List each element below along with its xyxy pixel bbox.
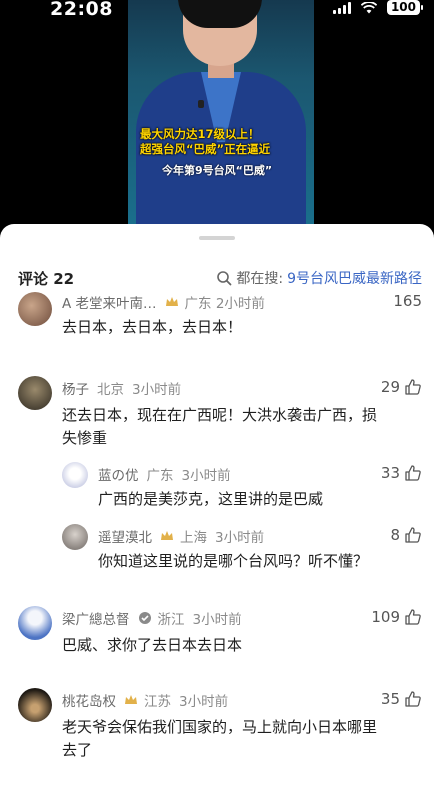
comment-meta: 杨子 北京 3小时前	[62, 378, 181, 398]
comment-text: 巴威、求你了去日本去日本	[62, 636, 243, 654]
comment-location: 广东	[146, 468, 174, 484]
comment-meta: 遥望漠北 上海 3小时前	[98, 526, 264, 546]
comment-meta: 桃花岛权 江苏 3小时前	[62, 690, 228, 710]
gold-crown-icon	[125, 695, 137, 704]
drag-handle[interactable]	[199, 236, 235, 240]
comment-location: 浙江	[157, 612, 185, 628]
trending-search[interactable]: 都在搜: 9号台风巴威最新路径	[216, 268, 422, 288]
commenter-name[interactable]: 杨子	[62, 378, 89, 398]
like-button[interactable]: 29	[381, 378, 422, 396]
comment-text: 去日本，去日本，去日本！	[62, 318, 243, 336]
status-icons: 100	[332, 0, 424, 15]
status-time: 22:08	[50, 0, 113, 20]
like-button[interactable]: 8	[390, 526, 422, 544]
like-button[interactable]: 35	[381, 690, 422, 708]
comment-location-time: 广东 2小时前	[184, 296, 265, 312]
like-count: 35	[380, 690, 400, 708]
comment-time: 3小时前	[179, 694, 229, 710]
commenter-name[interactable]: 梁广總总督	[62, 608, 130, 628]
comment-time: 3小时前	[132, 382, 182, 398]
comment-text: 广西的是美莎克，这里讲的是巴威	[98, 490, 324, 508]
comment-header: 评论 22 都在搜: 9号台风巴威最新路径	[0, 262, 434, 294]
comment-location: 江苏	[144, 694, 171, 710]
comment-meta: A 老堂来叶南… 广东 2小时前	[62, 292, 273, 312]
video-caption-3: 今年第9号台风“巴威”	[162, 164, 273, 177]
verified-badge-icon	[138, 612, 151, 624]
like-count: 29	[380, 378, 400, 396]
like-button[interactable]: 33	[381, 464, 422, 482]
avatar[interactable]	[62, 524, 88, 550]
comment-location: 北京	[97, 382, 124, 398]
thumbs-up-icon	[405, 465, 421, 481]
thumbs-up-icon	[405, 609, 421, 625]
thumbs-up-icon	[405, 527, 421, 543]
comment-time: 3小时前	[192, 612, 242, 628]
like-button[interactable]: 109	[371, 608, 422, 626]
search-term-link[interactable]: 9号台风巴威最新路径	[287, 268, 422, 288]
thumbs-up-icon	[405, 379, 421, 395]
video-caption-2: 超强台风“巴威”正在逼近	[140, 142, 271, 156]
comment-text-line-2: 去了	[62, 741, 93, 759]
comment-time: 3小时前	[215, 530, 265, 546]
comment-meta: 梁广總总督 浙江 3小时前	[62, 608, 242, 628]
signal-icon	[332, 1, 351, 14]
comment-sheet: 评论 22 都在搜: 9号台风巴威最新路径 A 老堂来叶南… 广东 2小时前 1…	[0, 224, 434, 800]
avatar[interactable]	[62, 462, 88, 488]
gold-crown-icon	[161, 531, 173, 540]
avatar[interactable]	[18, 606, 52, 640]
comment-count: 评论 22	[18, 270, 75, 288]
avatar[interactable]	[18, 292, 52, 326]
search-icon	[217, 271, 232, 286]
like-count: 33	[380, 464, 400, 482]
comment-text: 你知道这里说的是哪个台风吗？听不懂？	[98, 552, 369, 570]
video-player[interactable]: 最大风力达17级以上！ 超强台风“巴威”正在逼近 今年第9号台风“巴威”	[128, 0, 314, 226]
commenter-name[interactable]: 遥望漠北	[98, 526, 152, 546]
like-button[interactable]: 165	[393, 292, 422, 310]
comment-meta: 蓝の优 广东 3小时前	[98, 464, 231, 484]
comment-text-line-2: 失惨重	[62, 429, 108, 447]
like-count: 165	[393, 292, 422, 310]
search-prefix: 都在搜:	[236, 271, 284, 287]
comment-text-line-1: 还去日本，现在在广西呢！大洪水袭击广西，损	[62, 406, 378, 424]
like-count: 109	[371, 608, 400, 626]
comment-text-line-1: 老天爷会保佑我们国家的，马上就向小日本哪里	[62, 718, 378, 736]
gold-crown-icon	[165, 297, 178, 306]
commenter-name[interactable]: 桃花岛权	[62, 690, 116, 710]
avatar[interactable]	[18, 376, 52, 410]
commenter-name[interactable]: 蓝の优	[98, 464, 139, 484]
microphone-icon	[198, 100, 204, 108]
battery-indicator: 100	[386, 0, 424, 15]
wifi-icon	[360, 1, 377, 13]
like-count: 8	[390, 526, 400, 544]
thumbs-up-icon	[405, 691, 421, 707]
video-caption-1: 最大风力达17级以上！	[140, 127, 260, 141]
avatar[interactable]	[18, 688, 52, 722]
comment-location: 上海	[180, 530, 207, 546]
commenter-name[interactable]: A 老堂来叶南…	[62, 292, 157, 312]
comment-time: 3小时前	[181, 468, 231, 484]
